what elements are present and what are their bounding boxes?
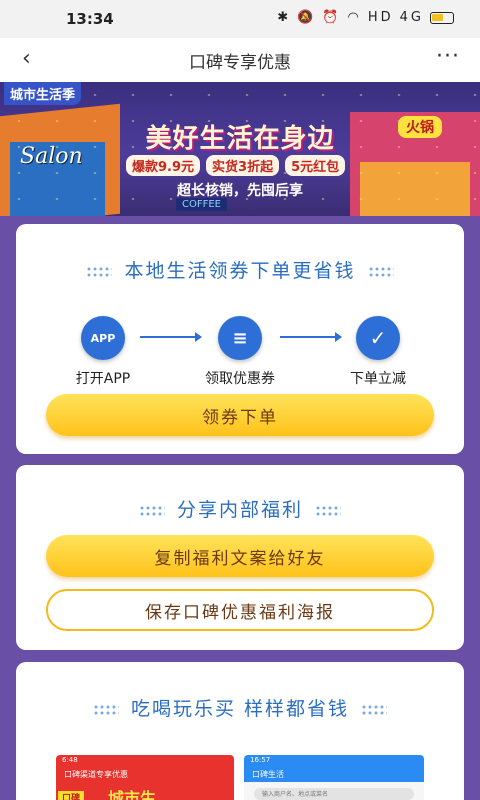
step-label: 打开APP <box>75 371 131 387</box>
wifi-icon: ◠ <box>347 10 362 25</box>
coupon-card: 本地生活领券下单更省钱 APP 打开APP ≡ 领取优惠券 ✓ 下单立减 领券下… <box>16 224 464 454</box>
banner-brand-tag: 城市生活季 <box>4 82 82 105</box>
savings-card-title: 吃喝玩乐买 样样都省钱 <box>130 698 350 720</box>
step-label: 下单立减 <box>350 371 406 387</box>
app-icon: APP <box>81 316 125 360</box>
bluetooth-icon: ✱ <box>277 10 292 25</box>
screenshot-title: 口碑生活 <box>244 767 424 782</box>
savings-card-title-row: 吃喝玩乐买 样样都省钱 <box>16 694 464 721</box>
copy-text-button[interactable]: 复制福利文案给好友 <box>46 535 434 577</box>
status-icons: ✱ 🔕 ⏰ ◠ HD 4G <box>277 10 454 25</box>
hd-signal-icon: HD <box>367 10 394 25</box>
screenshot-title: 口碑渠道专享优惠 <box>64 770 128 779</box>
coupon-steps: APP 打开APP ≡ 领取优惠券 ✓ 下单立减 <box>16 316 464 388</box>
screenshot-status-time: 16:57 <box>244 755 424 767</box>
check-icon: ✓ <box>356 316 400 360</box>
banner-subline: 超长核销，先囤后享 <box>177 183 303 199</box>
page-title: 口碑专享优惠 <box>189 53 291 73</box>
banner-headline: 美好生活在身边 <box>145 124 335 154</box>
coupon-card-title: 本地生活领券下单更省钱 <box>124 260 356 282</box>
app-screenshots: 6:48 口碑渠道专享优惠 口碑 城市生 16:57 口碑生活 输入商户名、地点… <box>56 755 424 800</box>
signal-icon: 4G <box>399 10 424 25</box>
promo-banner[interactable]: Salon 火锅 城市生活季 美好生活在身边 爆款9.9元 实货3折起 5元红包… <box>0 82 480 216</box>
coupon-card-title-row: 本地生活领券下单更省钱 <box>16 256 464 283</box>
save-poster-button[interactable]: 保存口碑优惠福利海报 <box>46 589 434 631</box>
dots-decoration-icon <box>86 266 113 278</box>
get-coupon-button[interactable]: 领券下单 <box>46 394 434 436</box>
battery-icon <box>430 11 454 24</box>
screenshot-promo: 城市生 <box>108 789 157 800</box>
savings-card: 吃喝玩乐买 样样都省钱 6:48 口碑渠道专享优惠 口碑 城市生 16:57 口… <box>16 662 464 800</box>
dots-decoration-icon <box>367 266 394 278</box>
dots-decoration-icon <box>92 704 119 716</box>
step-label: 领取优惠券 <box>205 371 275 387</box>
screenshot-search: 输入商户名、地点或菜名 <box>254 788 414 800</box>
step-open-app: APP 打开APP <box>48 316 158 388</box>
banner-chip: 实货3折起 <box>206 155 280 176</box>
step-get-coupon: ≡ 领取优惠券 <box>185 316 295 388</box>
screenshot-status-time: 6:48 <box>62 756 78 764</box>
dots-decoration-icon <box>361 704 388 716</box>
step-order: ✓ 下单立减 <box>323 316 433 388</box>
nav-bar: ‹ 口碑专享优惠 ··· <box>0 38 480 82</box>
screenshot-right: 16:57 口碑生活 输入商户名、地点或菜名 <box>244 755 424 800</box>
banner-coffee-sign: COFFEE <box>176 198 227 211</box>
screenshot-left: 6:48 口碑渠道专享优惠 口碑 城市生 <box>56 755 234 800</box>
share-card-title-row: 分享内部福利 <box>16 495 464 522</box>
dots-decoration-icon <box>315 505 341 517</box>
banner-chip: 5元红包 <box>285 155 346 176</box>
status-time: 13:34 <box>66 10 114 28</box>
screenshot-brand: 口碑 <box>58 791 85 800</box>
more-icon[interactable]: ··· <box>436 44 460 69</box>
banner-chip: 爆款9.9元 <box>126 155 201 176</box>
share-card: 分享内部福利 复制福利文案给好友 保存口碑优惠福利海报 <box>16 465 464 650</box>
dots-decoration-icon <box>138 505 165 517</box>
mute-icon: 🔕 <box>297 10 317 25</box>
share-card-title: 分享内部福利 <box>176 499 303 521</box>
alarm-icon: ⏰ <box>322 10 342 25</box>
status-bar: 13:34 ✱ 🔕 ⏰ ◠ HD 4G <box>0 0 480 38</box>
banner-chips: 爆款9.9元 实货3折起 5元红包 <box>126 155 346 176</box>
document-icon: ≡ <box>218 316 262 360</box>
